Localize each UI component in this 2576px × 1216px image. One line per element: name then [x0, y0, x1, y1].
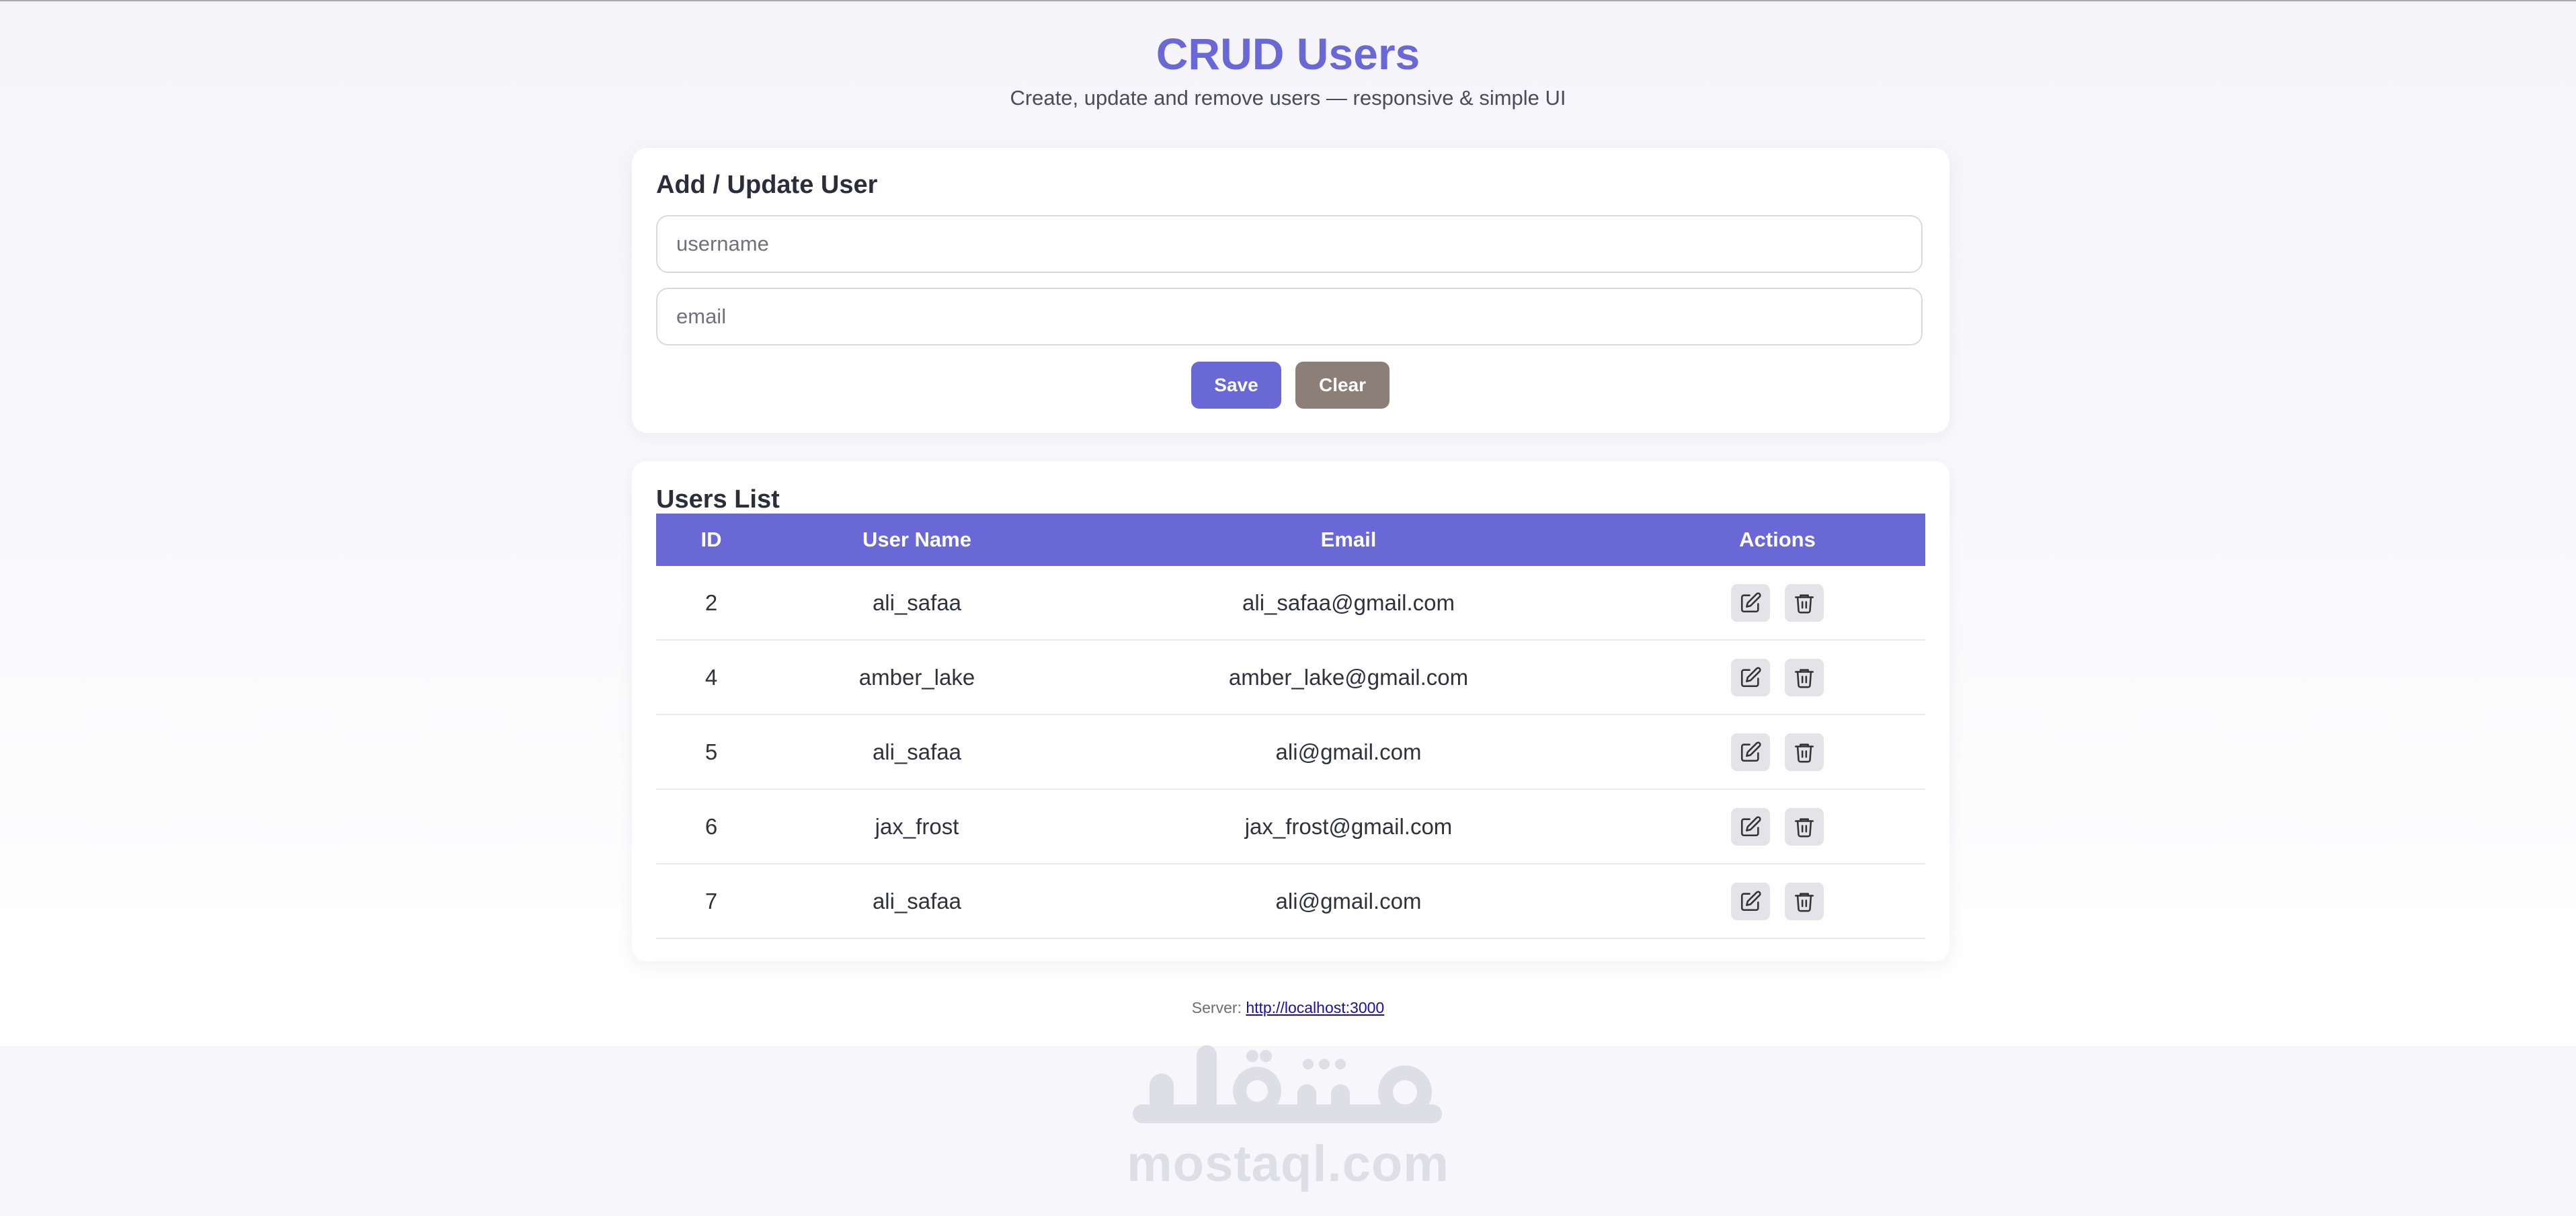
table-row: 7 ali_safaa ali@gmail.com [656, 864, 1925, 939]
table-row: 5 ali_safaa ali@gmail.com [656, 715, 1925, 790]
edit-button[interactable] [1731, 807, 1770, 846]
column-header-id: ID [656, 514, 766, 566]
table-row: 4 amber_lake amber_lake@gmail.com [656, 640, 1925, 715]
edit-button[interactable] [1731, 658, 1770, 696]
trash-icon [1793, 741, 1816, 764]
cell-username: amber_lake [766, 640, 1068, 715]
edit-icon [1739, 890, 1762, 913]
page-subtitle: Create, update and remove users — respon… [1010, 86, 1566, 110]
cell-actions [1629, 789, 1925, 864]
cell-actions [1629, 640, 1925, 715]
cell-username: ali_safaa [766, 864, 1068, 939]
edit-icon [1739, 666, 1762, 689]
table-header-row: ID User Name Email Actions [656, 514, 1925, 566]
column-header-email: Email [1068, 514, 1629, 566]
trash-icon [1793, 815, 1816, 838]
column-header-username: User Name [766, 514, 1068, 566]
form-title: Add / Update User [656, 171, 878, 199]
cell-username: ali_safaa [766, 566, 1068, 641]
cell-id: 4 [656, 640, 766, 715]
app-container: CRUD Users Create, update and remove use… [0, 1, 2576, 1046]
page-title: CRUD Users [1156, 29, 1420, 79]
cell-id: 7 [656, 864, 766, 939]
cell-id: 2 [656, 566, 766, 641]
delete-button[interactable] [1785, 733, 1824, 771]
users-list-title: Users List [656, 485, 780, 514]
edit-button[interactable] [1731, 882, 1770, 920]
users-table: ID User Name Email Actions 2 ali_safaa ali… [656, 514, 1925, 939]
edit-icon [1739, 592, 1762, 614]
save-button[interactable]: Save [1191, 362, 1281, 409]
table-row: 6 jax_frost jax_frost@gmail.com [656, 789, 1925, 864]
trash-icon [1793, 666, 1816, 689]
edit-icon [1739, 741, 1762, 764]
edit-button[interactable] [1731, 733, 1770, 771]
cell-email: ali@gmail.com [1068, 715, 1629, 790]
server-info: Server: http://localhost:3000 [0, 999, 2576, 1017]
cell-id: 5 [656, 715, 766, 790]
users-list-card: Users List ID User Name Email Actions 2a… [632, 461, 1949, 961]
delete-button[interactable] [1785, 583, 1824, 622]
edit-button[interactable] [1731, 583, 1770, 622]
server-link[interactable]: http://localhost:3000 [1246, 999, 1384, 1016]
cell-email: ali_safaa@gmail.com [1068, 566, 1629, 641]
cell-username: ali_safaa [766, 715, 1068, 790]
delete-button[interactable] [1785, 658, 1824, 696]
column-header-actions: Actions [1629, 514, 1925, 566]
cell-email: jax_frost@gmail.com [1068, 789, 1629, 864]
delete-button[interactable] [1785, 807, 1824, 846]
users-table-body: 2 ali_safaa ali_safaa@gmail.com 4 amber_lake… [656, 566, 1925, 939]
edit-icon [1739, 815, 1762, 838]
user-form-card: Add / Update User Save Clear [632, 148, 1949, 433]
username-input[interactable] [656, 215, 1923, 273]
table-row: 2 ali_safaa ali_safaa@gmail.com [656, 566, 1925, 641]
cell-email: ali@gmail.com [1068, 864, 1629, 939]
cell-username: jax_frost [766, 789, 1068, 864]
trash-icon [1793, 592, 1816, 614]
trash-icon [1793, 890, 1816, 913]
server-label: Server: [1191, 999, 1242, 1016]
mostaql-watermark-text: mostaql.com [1127, 1135, 1449, 1192]
cell-actions [1629, 715, 1925, 790]
cell-actions [1629, 864, 1925, 939]
cell-id: 6 [656, 789, 766, 864]
cell-actions [1629, 566, 1925, 641]
cell-email: amber_lake@gmail.com [1068, 640, 1629, 715]
delete-button[interactable] [1785, 882, 1824, 920]
email-input[interactable] [656, 288, 1923, 346]
clear-button[interactable]: Clear [1295, 362, 1390, 409]
